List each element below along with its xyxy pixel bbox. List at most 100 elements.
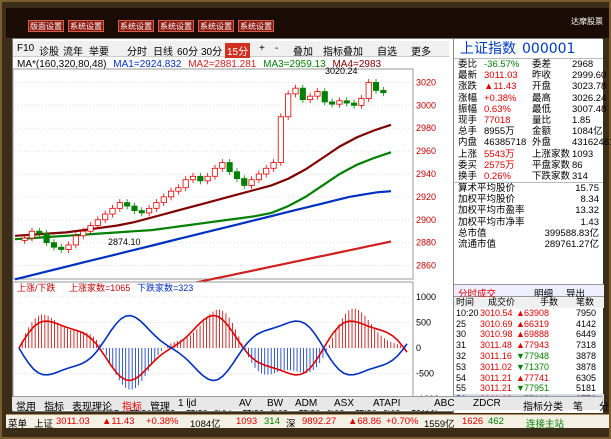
price-axis-label: 2880: [416, 238, 436, 248]
candle-body: [233, 171, 240, 179]
flow-button[interactable]: 流年: [63, 43, 83, 58]
self-select-button[interactable]: 自选: [377, 43, 397, 58]
candle-body: [277, 116, 284, 163]
trade-count: 6305: [576, 372, 597, 383]
trade-price: 3011.48: [480, 340, 512, 351]
status-price: 3011.03: [56, 416, 90, 427]
bottom-tab[interactable]: ASX: [334, 398, 354, 409]
price-axis-label: 2920: [416, 192, 436, 202]
zoom-in-button[interactable]: +: [259, 43, 265, 54]
status-amount: 1084亿: [190, 419, 221, 430]
candle-body: [80, 230, 87, 237]
candle-body: [211, 167, 219, 177]
top-button-3[interactable]: 系统设置: [118, 20, 154, 32]
bottom-tab[interactable]: 指标: [122, 398, 142, 413]
overlay-button[interactable]: 叠加: [293, 43, 313, 58]
status-price2: 9892.27: [302, 416, 337, 427]
quote-value: 2968: [572, 59, 594, 70]
quote-label: 上涨家数: [532, 148, 571, 160]
trade-time: 32: [456, 350, 467, 361]
quote-value: 2575万: [484, 159, 515, 171]
quote-value: 5543万: [484, 148, 515, 160]
trade-price: 3011.16: [480, 350, 512, 361]
period-tab-2[interactable]: 日线: [153, 43, 173, 58]
quote-row: 换手 0.26% 下跌家数 314: [454, 171, 603, 182]
period-tab-1[interactable]: 分时: [127, 43, 147, 58]
quote-row: 流通市值 289761.27亿: [454, 239, 603, 250]
quote-value: -36.57%: [484, 59, 520, 70]
candle-body: [94, 219, 101, 226]
top-button-4[interactable]: 系统设置: [158, 20, 194, 32]
trade-price: 3010.98: [480, 329, 513, 340]
price-axis-label: 2900: [416, 215, 436, 225]
bottom-tab[interactable]: 1 ljd: [178, 398, 196, 409]
candle-body: [365, 82, 372, 99]
top-button-1[interactable]: 版面设置: [28, 20, 64, 32]
index-code: 000001: [522, 41, 576, 57]
bottom-tab[interactable]: ABC: [434, 398, 455, 409]
bottom-tab[interactable]: 指标分类: [523, 398, 563, 413]
trade-count: 7950: [576, 307, 597, 318]
more-button[interactable]: 更多: [411, 43, 431, 58]
period-tab-active[interactable]: 15分: [225, 43, 251, 58]
header-time: 时间: [456, 297, 475, 307]
period-tab-4[interactable]: 30分: [201, 43, 222, 58]
trade-count: 4142: [576, 318, 597, 329]
menu-button[interactable]: 菜单: [8, 416, 27, 430]
quote-value: 0.26%: [484, 170, 511, 182]
price-axis-label: 2960: [416, 146, 436, 156]
bottom-tab[interactable]: ZDCR: [473, 398, 501, 409]
price-chart[interactable]: 3020 3000 2980 2960 2940 2920 2900 2880 2860 302…: [13, 57, 451, 413]
bottom-tab[interactable]: 笔: [573, 398, 583, 413]
quote-panel: 上证指数 000001 委比 -36.57% 委差 2968 最新 3011.03 昨收 299…: [453, 39, 611, 413]
diagnose-button[interactable]: 诊股: [39, 43, 59, 58]
trade-row: 10:20 3010.54 ▲ 63908 7950: [454, 308, 604, 319]
candle-body: [263, 167, 270, 175]
indicator-overlay-button[interactable]: 指标叠加: [323, 43, 363, 58]
sub-axis-label: -500: [416, 369, 434, 379]
quote-label: 换手: [458, 170, 478, 182]
quote-row: 加权平均市净率 1.43: [454, 217, 603, 228]
trade-row: 53 3011.02 ▼ 71370 3878: [454, 362, 604, 373]
quote-label: 昨收: [532, 70, 552, 82]
quote-label: 委比: [458, 59, 478, 70]
quote-label: 总手: [458, 126, 478, 138]
candle-body: [146, 207, 153, 214]
bottom-tab[interactable]: 常用: [16, 398, 36, 413]
bottom-tab[interactable]: 指标: [44, 398, 64, 413]
zoom-out-button[interactable]: -: [275, 43, 278, 54]
bottom-tab[interactable]: ATAPI: [373, 398, 400, 409]
quote-value: 1084亿: [572, 126, 603, 138]
period-tab-3[interactable]: 60分: [177, 43, 198, 58]
top-button-2[interactable]: 系统设置: [68, 20, 104, 32]
trade-count: 3878: [576, 361, 597, 372]
status-up: 1093: [236, 416, 258, 427]
header-volume: 手数: [540, 297, 559, 307]
candle-body: [343, 100, 350, 104]
index-name: 上证指数: [460, 41, 516, 57]
quote-row: 委买 2575万 平盘家数 86: [454, 160, 603, 171]
bottom-tab[interactable]: BW: [267, 398, 283, 409]
quote-value: 77018: [484, 114, 511, 126]
price-axis-label: 2860: [416, 261, 436, 271]
bottom-tab[interactable]: 管理: [150, 398, 170, 413]
bottom-tab[interactable]: ADM: [295, 398, 317, 409]
quote-label: 开盘: [532, 81, 552, 93]
trade-table: 分时成交 明细 导出 时间 成交价 手数 笔数 10:20 3010.54 ▲ 639…: [454, 284, 604, 405]
top-button-6[interactable]: 系统设置: [238, 20, 274, 32]
trade-volume: 77741: [524, 372, 550, 383]
bottom-tab[interactable]: AV: [239, 398, 252, 409]
bottom-tab[interactable]: 表现理论: [72, 398, 112, 413]
status-connect[interactable]: 连接主站: [526, 416, 564, 430]
candle-body: [307, 95, 314, 101]
top-button-5[interactable]: 系统设置: [198, 20, 234, 32]
quote-label: 加权平均市盈率: [458, 205, 525, 217]
candle-body: [226, 162, 233, 173]
price-axis-label: 3000: [416, 100, 436, 110]
quote-label: 量比: [532, 114, 552, 126]
wheel-button[interactable]: 举要: [89, 43, 109, 58]
trade-row: 32 3011.16 ▼ 77948 3878: [454, 351, 604, 362]
brand-label: 达摩股票: [571, 17, 603, 26]
candle-body: [36, 230, 43, 234]
f10-button[interactable]: F10: [17, 43, 34, 54]
